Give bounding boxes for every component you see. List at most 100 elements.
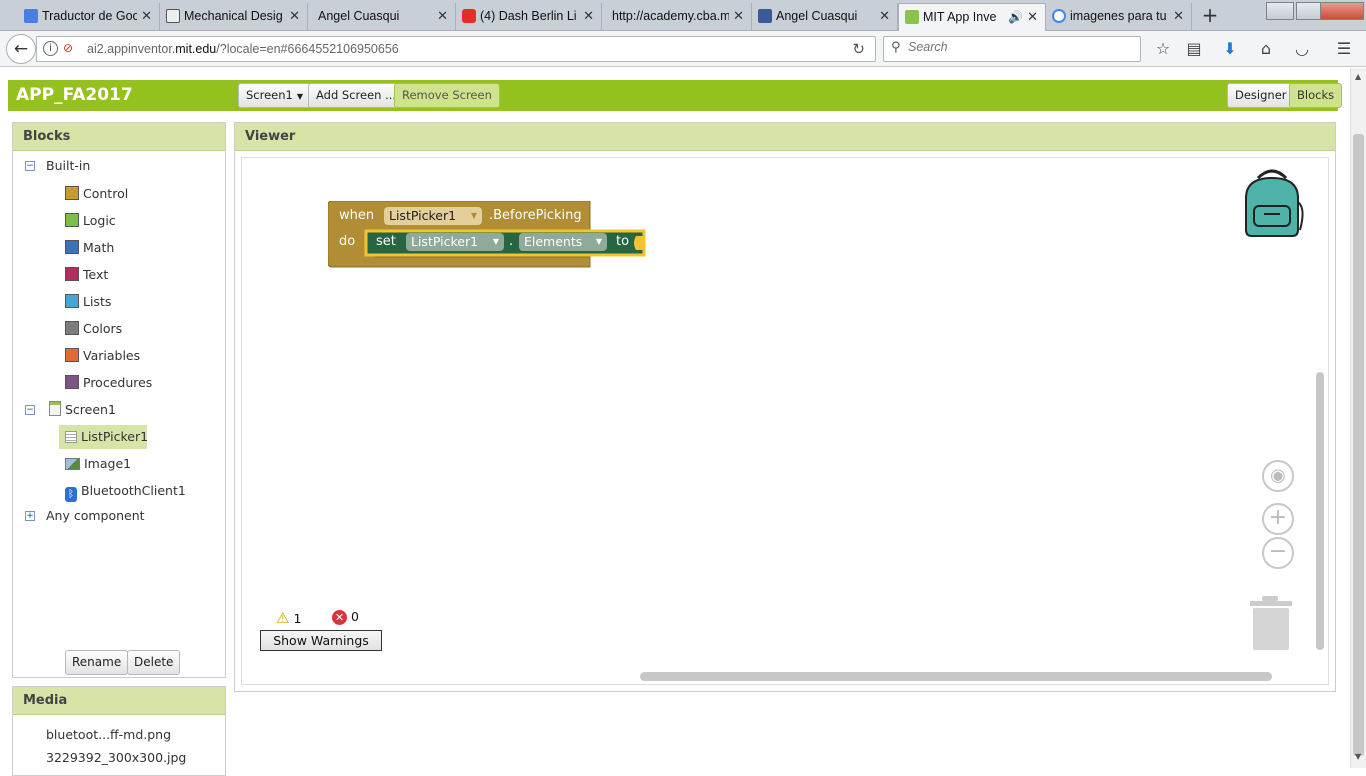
delete-button[interactable]: Delete [127, 650, 181, 675]
drawer-lists[interactable]: Lists [65, 291, 111, 313]
search-bar[interactable]: ⚲ [883, 36, 1141, 62]
scroll-down-icon[interactable]: ▼ [1355, 752, 1361, 761]
error-icon: ✕ [332, 610, 347, 625]
blocks-workspace[interactable]: when ListPicker1 ▼ .BeforePicking do set … [241, 157, 1329, 685]
page-scrollbar[interactable]: ▲ ▼ [1350, 68, 1366, 768]
math-swatch [65, 240, 79, 254]
close-icon[interactable]: ✕ [1027, 4, 1038, 30]
tab-youtube[interactable]: (4) Dash Berlin Li ✕ [456, 3, 602, 31]
tab-label: MIT App Inve [923, 10, 997, 24]
designer-button[interactable]: Designer [1227, 83, 1295, 108]
tab-google-images[interactable]: imagenes para tu ✕ [1046, 3, 1192, 31]
listpicker-icon [65, 431, 77, 443]
set-keyword: set [376, 234, 396, 249]
drawer-math[interactable]: Math [65, 237, 114, 259]
new-tab-button[interactable]: + [1198, 3, 1222, 29]
tree-any-component[interactable]: Any component [46, 505, 145, 527]
tab-angel[interactable]: Angel Cuasqui ✕ [308, 3, 456, 31]
tree-builtin[interactable]: Built-in [46, 155, 90, 177]
drawer-logic[interactable]: Logic [65, 210, 116, 232]
logic-swatch [65, 213, 79, 227]
drawer-variables[interactable]: Variables [65, 345, 140, 367]
collapse-icon[interactable]: − [25, 161, 35, 171]
tab-label: Mechanical Desig [184, 9, 283, 23]
tab-app-inventor[interactable]: MIT App Inve 🔊 ✕ [898, 3, 1046, 32]
menu-icon[interactable]: ☰ [1332, 37, 1356, 61]
backpack-icon[interactable] [1238, 168, 1308, 240]
drawer-text[interactable]: Text [65, 264, 108, 286]
reading-list-icon[interactable]: ▤ [1182, 37, 1206, 61]
tree-bluetoothclient1[interactable]: ᛒ BluetoothClient1 [65, 480, 186, 502]
component-dropdown[interactable]: ListPicker1 ▼ [384, 207, 482, 225]
close-icon[interactable]: ✕ [437, 3, 448, 29]
close-icon[interactable]: ✕ [1173, 3, 1184, 29]
event-name: .BeforePicking [489, 208, 582, 223]
blocked-content-icon[interactable]: ⊘ [63, 41, 73, 55]
media-item[interactable]: 3229392_300x300.jpg [46, 750, 186, 765]
minimize-button[interactable] [1266, 2, 1294, 20]
dropdown-arrow-icon: ▼ [595, 237, 602, 246]
remove-screen-button[interactable]: Remove Screen [394, 83, 500, 108]
tab-label: imagenes para tu [1070, 9, 1167, 23]
tab-label: Traductor de Goo [42, 9, 137, 23]
warnings-indicator: ⚠ 1 [276, 609, 302, 627]
drawer-control[interactable]: Control [65, 183, 128, 205]
vertical-scrollbar[interactable] [1316, 372, 1324, 650]
tab-facebook[interactable]: Angel Cuasqui ✕ [752, 3, 898, 31]
browser-nav-bar: ← i ⊘ ai2.appinventor.mit.edu/?locale=en… [0, 31, 1366, 67]
url-bar[interactable]: i ⊘ ai2.appinventor.mit.edu/?locale=en#6… [36, 36, 876, 62]
collapse-icon[interactable]: − [25, 405, 35, 415]
media-item[interactable]: bluetoot...ff-md.png [46, 727, 171, 742]
tree-listpicker1[interactable]: ListPicker1 [59, 425, 148, 449]
add-screen-button[interactable]: Add Screen ... [308, 83, 405, 108]
bookmark-star-icon[interactable]: ☆ [1151, 37, 1175, 61]
tab-academy[interactable]: http://academy.cba.m ✕ [602, 3, 752, 31]
tree-image1[interactable]: Image1 [65, 453, 131, 475]
close-icon[interactable]: ✕ [141, 3, 152, 29]
tab-mechanical[interactable]: Mechanical Desig ✕ [160, 3, 308, 31]
viewer-heading: Viewer [235, 123, 1335, 151]
trash-icon[interactable] [1248, 594, 1294, 654]
variables-swatch [65, 348, 79, 362]
search-icon: ⚲ [891, 40, 901, 55]
control-swatch [65, 186, 79, 200]
setter-component-dropdown[interactable]: ListPicker1 ▼ [406, 233, 504, 251]
close-window-button[interactable] [1320, 2, 1364, 20]
screen-selector[interactable]: Screen1 ▼ [238, 83, 312, 108]
close-icon[interactable]: ✕ [879, 3, 890, 29]
app-inventor-page: APP_FA2017 Screen1 ▼ Add Screen ... Remov… [0, 68, 1350, 776]
scroll-up-icon[interactable]: ▲ [1355, 72, 1361, 81]
back-button[interactable]: ← [6, 34, 36, 64]
drawer-procedures[interactable]: Procedures [65, 372, 152, 394]
drawer-colors[interactable]: Colors [65, 318, 122, 340]
close-icon[interactable]: ✕ [733, 3, 744, 29]
home-icon[interactable]: ⌂ [1254, 37, 1278, 61]
do-keyword: do [339, 234, 356, 249]
close-icon[interactable]: ✕ [289, 3, 300, 29]
expand-icon[interactable]: + [25, 511, 35, 521]
pocket-icon[interactable]: ◡ [1290, 37, 1314, 61]
google-icon [1052, 9, 1066, 23]
zoom-in-icon[interactable]: + [1262, 503, 1294, 535]
speaker-icon[interactable]: 🔊 [1008, 4, 1023, 30]
zoom-out-icon[interactable]: − [1262, 537, 1294, 569]
blocks-button[interactable]: Blocks [1289, 83, 1343, 108]
tab-label: http://academy.cba.m [612, 9, 729, 23]
errors-indicator: ✕ 0 [332, 609, 359, 625]
search-input[interactable] [908, 40, 1128, 54]
rename-button[interactable]: Rename [65, 650, 129, 675]
browser-tab-bar: Traductor de Goo ✕ Mechanical Desig ✕ An… [0, 0, 1366, 32]
blocks-panel: Blocks − Built-in Control Logic Math Tex… [12, 122, 226, 678]
info-icon[interactable]: i [43, 41, 58, 56]
property-dropdown[interactable]: Elements ▼ [519, 233, 607, 251]
show-warnings-button[interactable]: Show Warnings [260, 630, 382, 651]
download-icon[interactable]: ⬇ [1218, 37, 1242, 61]
horizontal-scrollbar[interactable] [640, 672, 1272, 681]
tree-screen1[interactable]: Screen1 [49, 399, 116, 421]
page-scrollbar-thumb[interactable] [1353, 134, 1364, 756]
to-keyword: to [616, 234, 630, 249]
reload-icon[interactable]: ↻ [852, 40, 865, 58]
tab-translator[interactable]: Traductor de Goo ✕ [18, 3, 160, 31]
recenter-icon[interactable]: ◉ [1262, 460, 1294, 492]
close-icon[interactable]: ✕ [583, 3, 594, 29]
